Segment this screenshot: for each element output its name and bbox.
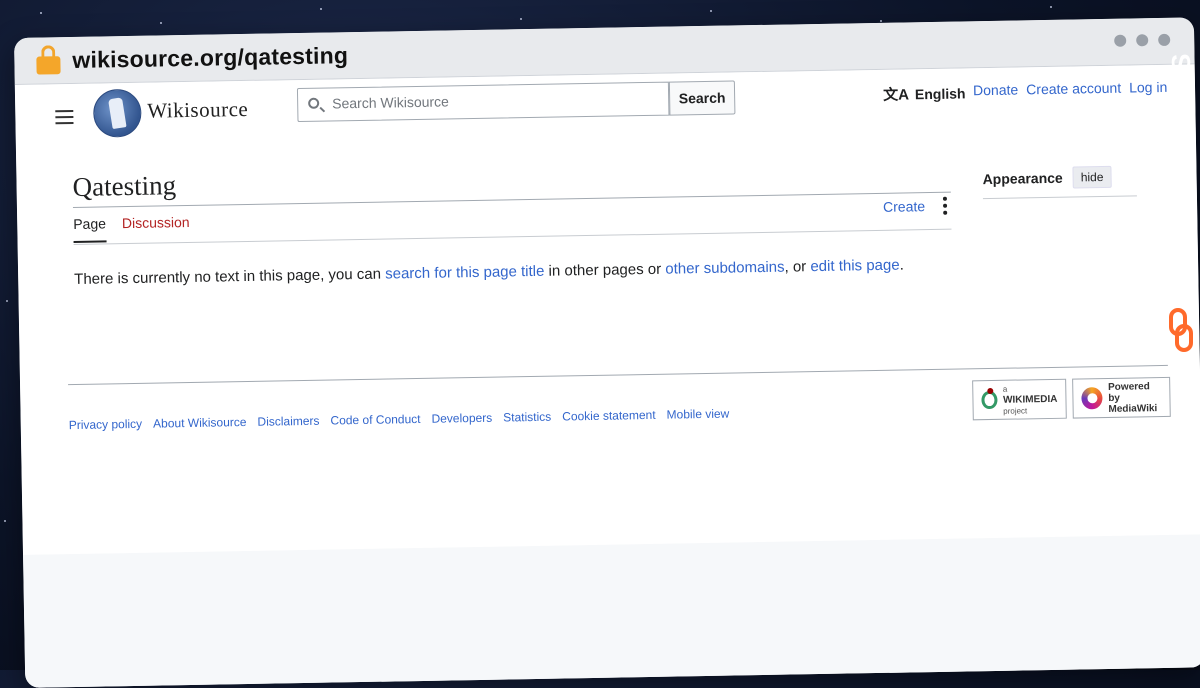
guestpostlinks-watermark: GUESTPOSTLINKS bbox=[1166, 52, 1198, 360]
search-box bbox=[296, 81, 670, 123]
main-content: Qatesting Page Discussion Create There i… bbox=[72, 157, 952, 288]
hide-button[interactable]: hide bbox=[1072, 165, 1112, 189]
create-account-link[interactable]: Create account bbox=[1026, 80, 1121, 98]
cookie-statement-link[interactable]: Cookie statement bbox=[562, 408, 656, 424]
badge-text: project bbox=[1003, 405, 1028, 416]
mobile-view-link[interactable]: Mobile view bbox=[666, 407, 729, 422]
url-text[interactable]: wikisource.org/qatesting bbox=[72, 42, 348, 74]
login-link[interactable]: Log in bbox=[1129, 79, 1167, 96]
badge-text: MediaWiki bbox=[1108, 402, 1158, 415]
page-tabs: Page Discussion bbox=[73, 201, 951, 244]
window-controls bbox=[1114, 33, 1171, 47]
link-chain-icon bbox=[1169, 308, 1193, 352]
translate-icon: 文A bbox=[882, 86, 910, 104]
search-button[interactable]: Search bbox=[668, 80, 736, 116]
wikisource-logo-icon[interactable] bbox=[92, 88, 142, 138]
tab-discussion[interactable]: Discussion bbox=[122, 214, 190, 243]
page-actions: Create bbox=[883, 196, 948, 216]
wiki-page: Wikisource Search 文A English Donate Crea… bbox=[14, 64, 1200, 555]
footer-links: Privacy policy About Wikisource Disclaim… bbox=[69, 407, 730, 433]
browser-window: wikisource.org/qatesting Wikisource Sear… bbox=[14, 17, 1200, 688]
search-input[interactable] bbox=[330, 88, 655, 113]
tab-page[interactable]: Page bbox=[73, 215, 107, 243]
site-footer: Privacy policy About Wikisource Disclaim… bbox=[68, 364, 1171, 432]
powered-by-mediawiki-badge[interactable]: Powered by MediaWiki bbox=[1072, 376, 1171, 419]
badge-text: WIKIMEDIA bbox=[1002, 393, 1058, 406]
search-title-link[interactable]: search for this page title bbox=[385, 263, 545, 283]
about-link[interactable]: About Wikisource bbox=[153, 415, 247, 431]
disclaimers-link[interactable]: Disclaimers bbox=[257, 414, 319, 429]
window-dot-icon[interactable] bbox=[1114, 34, 1127, 47]
appearance-panel: Appearance hide bbox=[982, 165, 1137, 200]
appearance-label: Appearance bbox=[982, 169, 1063, 188]
other-subdomains-link[interactable]: other subdomains bbox=[665, 259, 785, 278]
language-selector[interactable]: 文A English bbox=[883, 82, 966, 104]
donate-link[interactable]: Donate bbox=[973, 81, 1018, 98]
wikimedia-icon bbox=[981, 390, 998, 410]
message-text: There is currently no text in this page,… bbox=[74, 265, 386, 288]
no-text-message: There is currently no text in this page,… bbox=[74, 256, 952, 288]
edit-page-link[interactable]: edit this page bbox=[810, 257, 900, 276]
statistics-link[interactable]: Statistics bbox=[503, 410, 551, 425]
message-text: in other pages or bbox=[544, 260, 666, 280]
message-text: , or bbox=[784, 258, 811, 276]
developers-link[interactable]: Developers bbox=[431, 411, 492, 426]
wikisource-wordmark[interactable]: Wikisource bbox=[147, 97, 248, 124]
window-dot-icon[interactable] bbox=[1136, 34, 1149, 47]
page-title: Qatesting bbox=[72, 170, 177, 202]
privacy-policy-link[interactable]: Privacy policy bbox=[69, 417, 143, 432]
wikimedia-project-badge[interactable]: a WIKIMEDIA project bbox=[972, 378, 1067, 421]
badge-text: Powered by bbox=[1107, 380, 1150, 404]
window-dot-icon[interactable] bbox=[1158, 33, 1171, 47]
menu-icon[interactable] bbox=[55, 106, 74, 128]
user-links: Donate Create account Log in bbox=[973, 79, 1168, 98]
watermark-text: GUESTPOSTLINKS bbox=[1166, 52, 1196, 305]
page-blank-area bbox=[23, 534, 1200, 688]
search-icon bbox=[308, 97, 320, 109]
lock-icon bbox=[36, 45, 61, 75]
mediawiki-icon bbox=[1081, 387, 1103, 410]
code-of-conduct-link[interactable]: Code of Conduct bbox=[330, 412, 420, 428]
message-text: . bbox=[899, 256, 904, 274]
create-link[interactable]: Create bbox=[883, 198, 925, 215]
language-label: English bbox=[914, 84, 966, 102]
more-options-icon[interactable] bbox=[942, 196, 948, 215]
